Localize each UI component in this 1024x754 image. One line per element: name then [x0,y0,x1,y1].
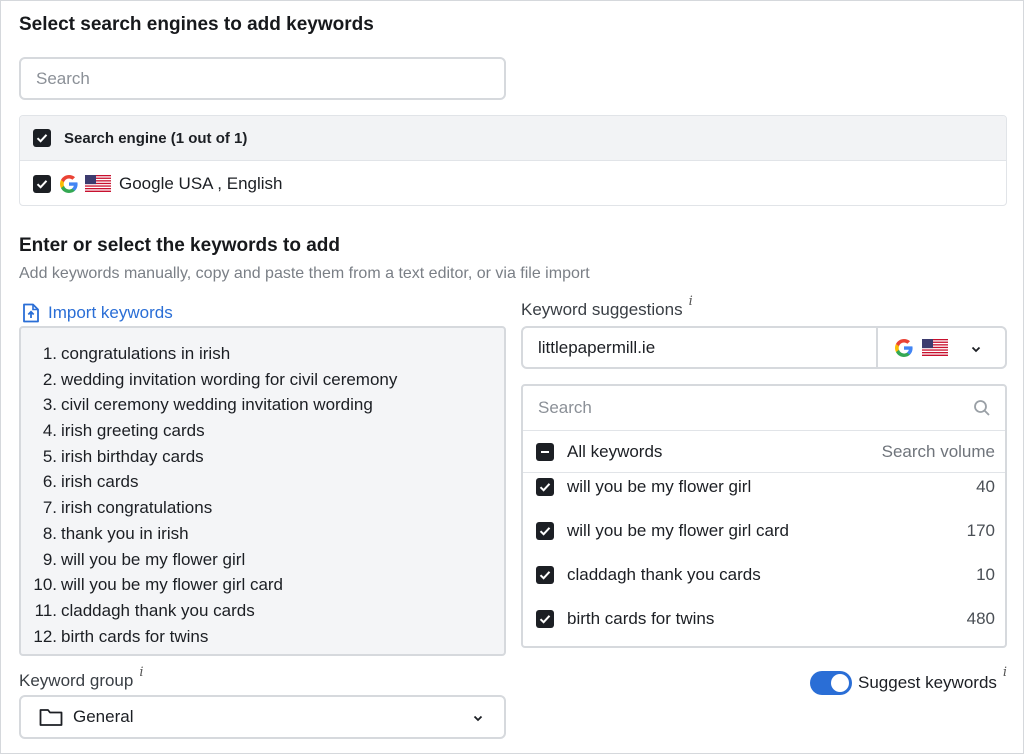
keyword-list-item: 8. thank you in irish [21,521,504,547]
engines-section-title: Select search engines to add keywords [19,14,374,35]
keyword-list-number: 3. [42,395,57,415]
keyword-list-text: irish cards [61,472,139,492]
keyword-list-text: thank you in irish [61,523,189,543]
group-info-icon[interactable]: i [139,665,143,680]
keyword-list-text: will you be my flower girl card [61,575,284,595]
keywords-section-title: Enter or select the keywords to add [19,235,340,256]
keyword-list-item: 6. irish cards [21,469,504,495]
keyword-list-item: 9. will you be my flower girl [21,547,504,573]
keyword-group-select[interactable]: General [19,695,506,739]
suggestion-keyword: will you be my flower girl [567,477,752,496]
suggestions-search-placeholder: Search [538,398,592,417]
domain-input-group: littlepapermill.ie [521,326,1007,369]
engine-name: Google USA , English [119,173,283,193]
select-all-keywords-checkbox[interactable] [536,442,554,461]
suggestions-panel: Search All keywords Search volume will y… [521,384,1007,648]
suggest-info-icon[interactable]: i [1003,665,1007,680]
suggestion-keyword: claddagh thank you cards [567,565,761,584]
keywords-textarea[interactable]: 1. congratulations in irish 2. wedding invi… [19,326,506,656]
engine-row[interactable]: Google USA , English [20,161,1006,205]
keyword-list-number: 9. [42,549,57,569]
suggestions-search-input[interactable]: Search [523,386,1005,431]
keyword-list-text: claddagh thank you cards [61,600,255,620]
suggestion-row[interactable]: will you be my flower girl 40 [523,465,1005,509]
keyword-list-number: 4. [42,421,57,441]
engine-checkbox[interactable] [33,174,51,193]
file-upload-icon [22,303,40,323]
suggestion-row[interactable]: claddagh thank you cards 10 [523,553,1005,597]
suggestion-row[interactable]: birth cards for twins 480 [523,597,1005,641]
keyword-list-text: congratulations in irish [61,344,231,363]
suggestion-checkbox[interactable] [536,478,554,496]
us-flag-icon [85,175,111,192]
keyword-list-number: 5. [42,446,57,466]
keyword-list-item: 2. wedding invitation wording for civil c… [21,367,504,393]
suggest-keywords-control: Suggest keywords i [810,665,1007,695]
keywords-section-subtitle: Add keywords manually, copy and paste th… [19,265,590,282]
keyword-list-text: irish greeting cards [61,421,205,441]
suggestion-engine-select[interactable] [876,328,1005,367]
keyword-list-text: civil ceremony wedding invitation wordin… [61,395,373,415]
engine-table-header: Search engine (1 out of 1) [20,116,1006,161]
suggestion-volume: 10 [976,565,995,584]
keyword-list-number: 2. [42,369,57,389]
keyword-list-item: 12. birth cards for twins [21,624,504,650]
keyword-list-text: wedding invitation wording for civil cer… [61,369,398,389]
folder-icon [39,707,63,727]
keyword-list-number: 8. [42,523,57,543]
suggest-keywords-label: Suggest keywords [858,673,997,692]
keyword-suggestions-heading: Keyword suggestions i [521,294,693,320]
keyword-list-item: 11. claddagh thank you cards [21,598,504,624]
keyword-list-number: 6. [42,472,57,492]
keyword-list-text: irish birthday cards [61,446,204,466]
engine-search-placeholder: Search [36,68,90,88]
keyword-group-heading: Keyword group i [19,665,144,691]
select-all-engines-checkbox[interactable] [33,129,51,147]
suggestion-keyword: will you be my flower girl card [567,521,790,540]
keyword-list-item: 3. civil ceremony wedding invitation word… [21,392,504,418]
keyword-list-item: 4. irish greeting cards [21,418,504,444]
keyword-suggestions-label: Keyword suggestions [521,300,683,319]
keyword-list-text: irish congratulations [61,498,213,518]
us-flag-icon [922,339,948,356]
all-keywords-label: All keywords [567,441,663,461]
engine-table-header-label: Search engine (1 out of 1) [64,129,248,147]
suggestion-row[interactable]: will you be my flower girl card 170 [523,509,1005,553]
suggestion-volume: 480 [966,609,995,628]
engine-table: Search engine (1 out of 1) Google USA , … [19,115,1007,206]
keyword-list-item: 1. congratulations in irish [21,341,504,367]
keyword-list-item: 10. will you be my flower girl card [21,572,504,598]
search-volume-header[interactable]: Search volume [882,442,995,462]
engine-search-input[interactable]: Search [19,57,506,100]
suggestion-volume: 40 [976,477,995,496]
suggestion-checkbox[interactable] [536,610,554,628]
domain-input[interactable]: littlepapermill.ie [523,338,876,358]
keyword-list-number: 10. [33,575,57,595]
search-icon[interactable] [973,399,991,417]
suggest-keywords-toggle[interactable] [810,671,852,695]
import-keywords-label: Import keywords [48,303,173,322]
chevron-down-icon [472,711,484,723]
keyword-list-item: 7. irish congratulations [21,495,504,521]
suggestion-keyword: birth cards for twins [567,609,715,628]
google-icon [59,174,79,194]
keyword-group-value: General [73,707,134,726]
keyword-list-item: 5. irish birthday cards [21,444,504,470]
keyword-group-label: Keyword group [19,671,134,690]
suggestion-volume: 170 [966,521,995,540]
suggestion-checkbox[interactable] [536,566,554,584]
keyword-list-text: will you be my flower girl [61,549,246,569]
keyword-list-text: birth cards for twins [61,626,209,646]
keyword-list-number: 12. [33,626,57,646]
keyword-list-number: 7. [42,498,57,518]
suggestions-info-icon[interactable]: i [689,294,693,309]
import-keywords-link[interactable]: Import keywords [22,303,173,323]
suggestion-checkbox[interactable] [536,522,554,540]
keyword-list-number: 11. [34,600,57,620]
chevron-down-icon [970,342,982,354]
google-icon [894,338,914,358]
keyword-list-number: 1. [42,344,57,363]
